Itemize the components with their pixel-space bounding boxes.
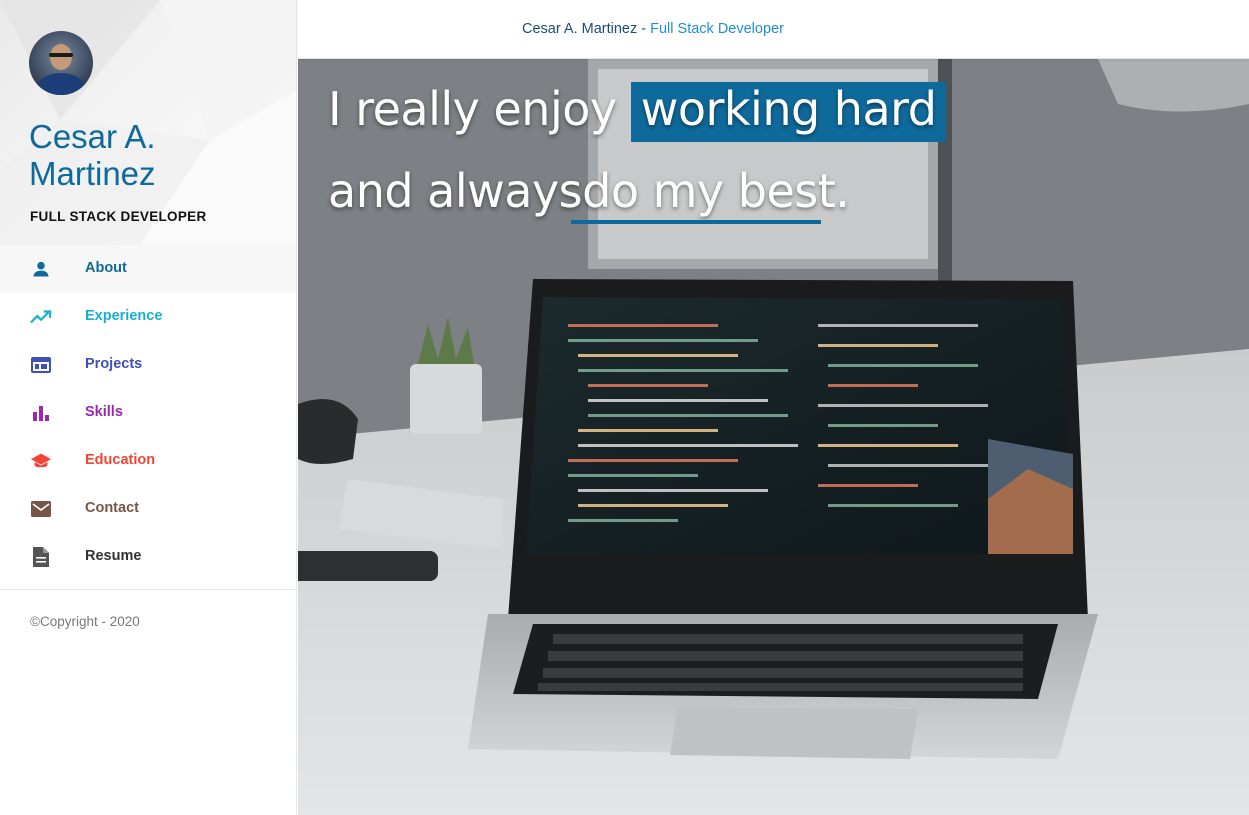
nav-item-skills[interactable]: Skills xyxy=(0,389,296,437)
trending-up-icon xyxy=(30,307,52,327)
nav-label-contact: Contact xyxy=(85,500,139,516)
graduation-cap-icon xyxy=(30,451,52,471)
topbar-title: Cesar A. Martinez - Full Stack Developer xyxy=(522,21,784,37)
headline-prefix: I really enjoy xyxy=(328,82,631,136)
profile-header: Cesar A. Martinez FULL STACK DEVELOPER xyxy=(0,0,296,245)
topbar-separator: - xyxy=(637,21,651,37)
nav-item-resume[interactable]: Resume xyxy=(0,533,296,581)
nav-item-projects[interactable]: Projects xyxy=(0,341,296,389)
headline-line-1: I really enjoy working hard xyxy=(328,79,947,142)
copyright-text: ©Copyright - 2020 xyxy=(30,614,140,629)
avatar xyxy=(29,31,93,95)
sidebar-nav: About Experience Projects Skills Educati… xyxy=(0,245,296,581)
nav-label-projects: Projects xyxy=(85,356,143,372)
mail-icon xyxy=(30,499,52,519)
hero-section: I really enjoy working hard and alwaysdo… xyxy=(298,59,1249,815)
nav-item-education[interactable]: Education xyxy=(0,437,296,485)
nav-item-experience[interactable]: Experience xyxy=(0,293,296,341)
nav-item-about[interactable]: About xyxy=(0,245,296,293)
document-icon xyxy=(30,547,52,567)
profile-name: Cesar A. Martinez xyxy=(29,118,156,192)
nav-label-education: Education xyxy=(85,452,156,468)
profile-role: FULL STACK DEVELOPER xyxy=(30,209,207,224)
nav-label-experience: Experience xyxy=(85,308,163,324)
nav-item-contact[interactable]: Contact xyxy=(0,485,296,533)
topbar-name: Cesar A. Martinez xyxy=(522,21,638,37)
nav-label-resume: Resume xyxy=(85,548,142,564)
top-bar: Cesar A. Martinez - Full Stack Developer xyxy=(298,0,1249,59)
headline-highlight: working hard xyxy=(630,82,947,142)
headline-underline xyxy=(571,220,821,224)
web-window-icon xyxy=(30,355,52,375)
sidebar: Cesar A. Martinez FULL STACK DEVELOPER A… xyxy=(0,0,297,815)
sidebar-divider xyxy=(0,589,296,590)
person-icon xyxy=(30,259,52,279)
bar-chart-icon xyxy=(30,403,52,423)
topbar-role: Full Stack Developer xyxy=(650,21,784,37)
headline-line-2: and alwaysdo my best. xyxy=(328,164,850,218)
nav-label-about: About xyxy=(85,260,127,276)
nav-label-skills: Skills xyxy=(85,404,123,420)
